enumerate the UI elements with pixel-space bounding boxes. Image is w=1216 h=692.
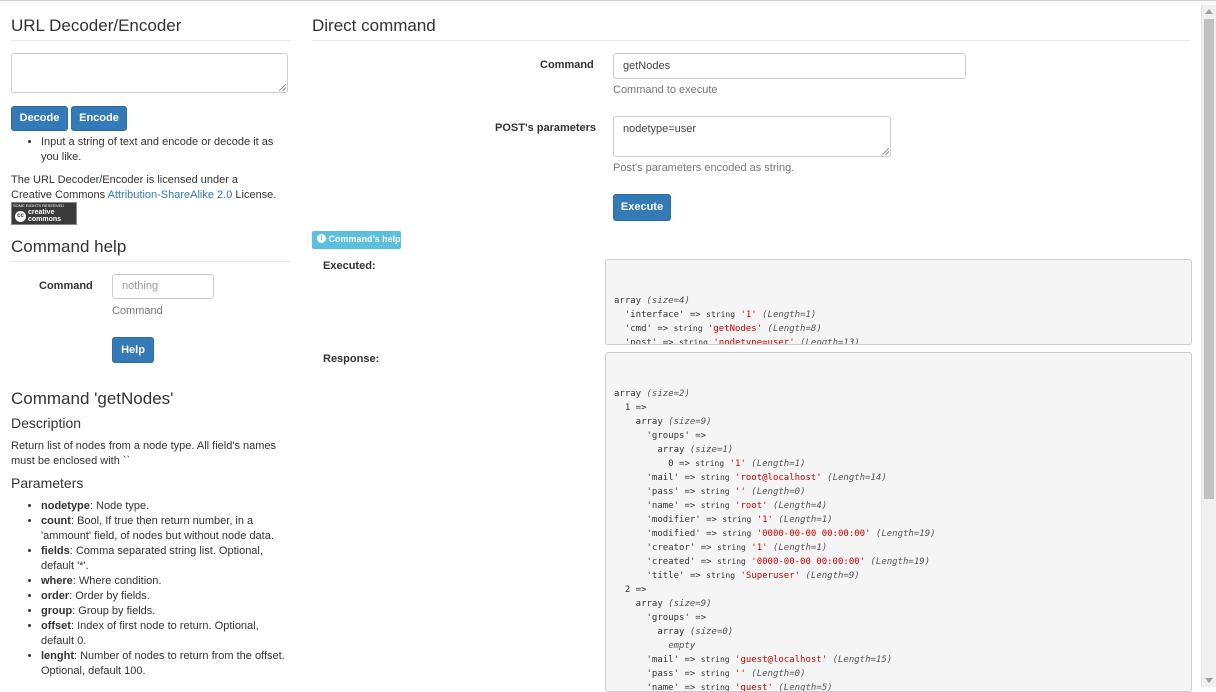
- param-item: group: Group by fields.: [41, 604, 291, 619]
- dump-line: 1 =>: [614, 403, 647, 413]
- url-input[interactable]: [11, 53, 288, 93]
- param-item: offset: Index of first node to return. O…: [41, 619, 291, 649]
- param-item: fields: Comma separated string list. Opt…: [41, 544, 291, 574]
- help-command-hint: Command: [112, 305, 163, 317]
- dump-line: 'cmd' => string 'getNodes' (Length=8): [614, 324, 822, 334]
- parameters-list: nodetype: Node type. count: Bool, If tru…: [11, 499, 291, 679]
- direct-command-input[interactable]: getNodes: [613, 53, 966, 79]
- help-command-input[interactable]: nothing: [112, 274, 214, 299]
- dump-line: array (size=0): [614, 627, 734, 637]
- help-button[interactable]: Help: [112, 337, 154, 363]
- dump-line: 'creator' => string '1' (Length=1): [614, 543, 828, 553]
- parameters-heading: Parameters: [11, 475, 84, 491]
- executed-output: array (size=4) 'interface' => string '1'…: [605, 259, 1192, 345]
- dump-line: 'pass' => string '' (Length=0): [614, 669, 806, 679]
- dump-line: 'pass' => string '' (Length=0): [614, 487, 806, 497]
- param-item: count: Bool, If true then return number,…: [41, 514, 291, 544]
- doc-title: Command 'getNodes': [11, 389, 174, 408]
- dump-line: 'mail' => string 'root@localhost' (Lengt…: [614, 473, 887, 483]
- response-lines: array (size=2) 1 => array (size=9) 'grou…: [614, 387, 1183, 691]
- cc-circle-icon: cc: [15, 211, 26, 222]
- encode-button[interactable]: Encode: [71, 106, 127, 131]
- url-hint: Input a string of text and encode or dec…: [41, 135, 290, 165]
- scroll-up-icon[interactable]: [1205, 9, 1213, 14]
- cc-logo[interactable]: SOME RIGHTS RESERVED cc creative commons: [11, 202, 77, 225]
- license-suffix: License.: [232, 189, 277, 201]
- dump-line: array (size=2): [614, 389, 690, 399]
- description-heading: Description: [11, 415, 82, 431]
- dump-line: array (size=9): [614, 417, 712, 427]
- direct-command-hint: Command to execute: [613, 84, 718, 96]
- dump-line: empty: [668, 641, 696, 651]
- url-tool-title: URL Decoder/Encoder: [11, 16, 290, 41]
- dump-line: 'name' => string 'root' (Length=4): [614, 501, 828, 511]
- command-help-badge-label: Command's help: [328, 234, 401, 244]
- dump-line: 'modifier' => string '1' (Length=1): [614, 515, 833, 525]
- param-item: lenght: Number of nodes to return from t…: [41, 649, 291, 679]
- dump-line: 'modified' => string '0000-00-00 00:00:0…: [614, 529, 936, 539]
- post-params-hint: Post's parameters encoded as string.: [613, 162, 795, 174]
- scrollbar-thumb[interactable]: [1204, 19, 1214, 499]
- direct-command-title: Direct command: [312, 16, 1191, 41]
- url-hint-list: Input a string of text and encode or dec…: [11, 135, 290, 165]
- command-help-title: Command help: [11, 237, 290, 262]
- description-text: Return list of nodes from a node type. A…: [11, 440, 277, 467]
- param-item: order: Order by fields.: [41, 589, 291, 604]
- executed-lines: array (size=4) 'interface' => string '1'…: [614, 294, 1183, 345]
- page-scrollbar[interactable]: [1201, 5, 1216, 687]
- dump-line: 'title' => string 'Superuser' (Length=9): [614, 571, 860, 581]
- dump-line: 'interface' => string '1' (Length=1): [614, 310, 817, 320]
- dump-line: 'mail' => string 'guest@localhost' (Leng…: [614, 655, 893, 665]
- dump-line: array (size=1): [614, 445, 734, 455]
- dump-line: 'groups' =>: [614, 431, 707, 441]
- cc-logo-main: creative commons: [28, 209, 62, 223]
- dump-line: array (size=4): [614, 296, 690, 306]
- param-item: where: Where condition.: [41, 574, 291, 589]
- executed-label: Executed:: [323, 260, 376, 272]
- license-text: The URL Decoder/Encoder is licensed unde…: [11, 173, 281, 203]
- dump-line: 'post' => string 'nodetype=user' (Length…: [614, 338, 860, 345]
- response-label: Response:: [323, 353, 380, 365]
- direct-command-label: Command: [540, 59, 594, 71]
- command-help-badge[interactable]: i Command's help: [312, 231, 401, 249]
- dump-line: 'groups' =>: [614, 613, 707, 623]
- response-output: array (size=2) 1 => array (size=9) 'grou…: [605, 352, 1192, 692]
- browser-top-edge: [0, 0, 1216, 6]
- dump-line: array (size=9): [614, 599, 712, 609]
- info-icon: i: [317, 234, 326, 243]
- dump-line: 'created' => string '0000-00-00 00:00:00…: [614, 557, 931, 567]
- param-item: nodetype: Node type.: [41, 499, 291, 514]
- resize-grip-icon[interactable]: [882, 148, 889, 155]
- scroll-down-icon[interactable]: [1205, 678, 1213, 683]
- decode-button[interactable]: Decode: [11, 106, 68, 131]
- post-params-label: POST's parameters: [495, 122, 597, 134]
- resize-grip-icon[interactable]: [279, 84, 286, 91]
- post-params-input[interactable]: nodetype=user: [613, 116, 891, 157]
- help-command-label: Command: [39, 280, 93, 292]
- execute-button[interactable]: Execute: [613, 194, 671, 221]
- license-link[interactable]: Attribution-ShareAlike 2.0: [108, 189, 233, 201]
- dump-line: 0 => string '1' (Length=1): [614, 459, 806, 469]
- post-params-value: nodetype=user: [623, 123, 697, 135]
- dump-line: 2 =>: [614, 585, 647, 595]
